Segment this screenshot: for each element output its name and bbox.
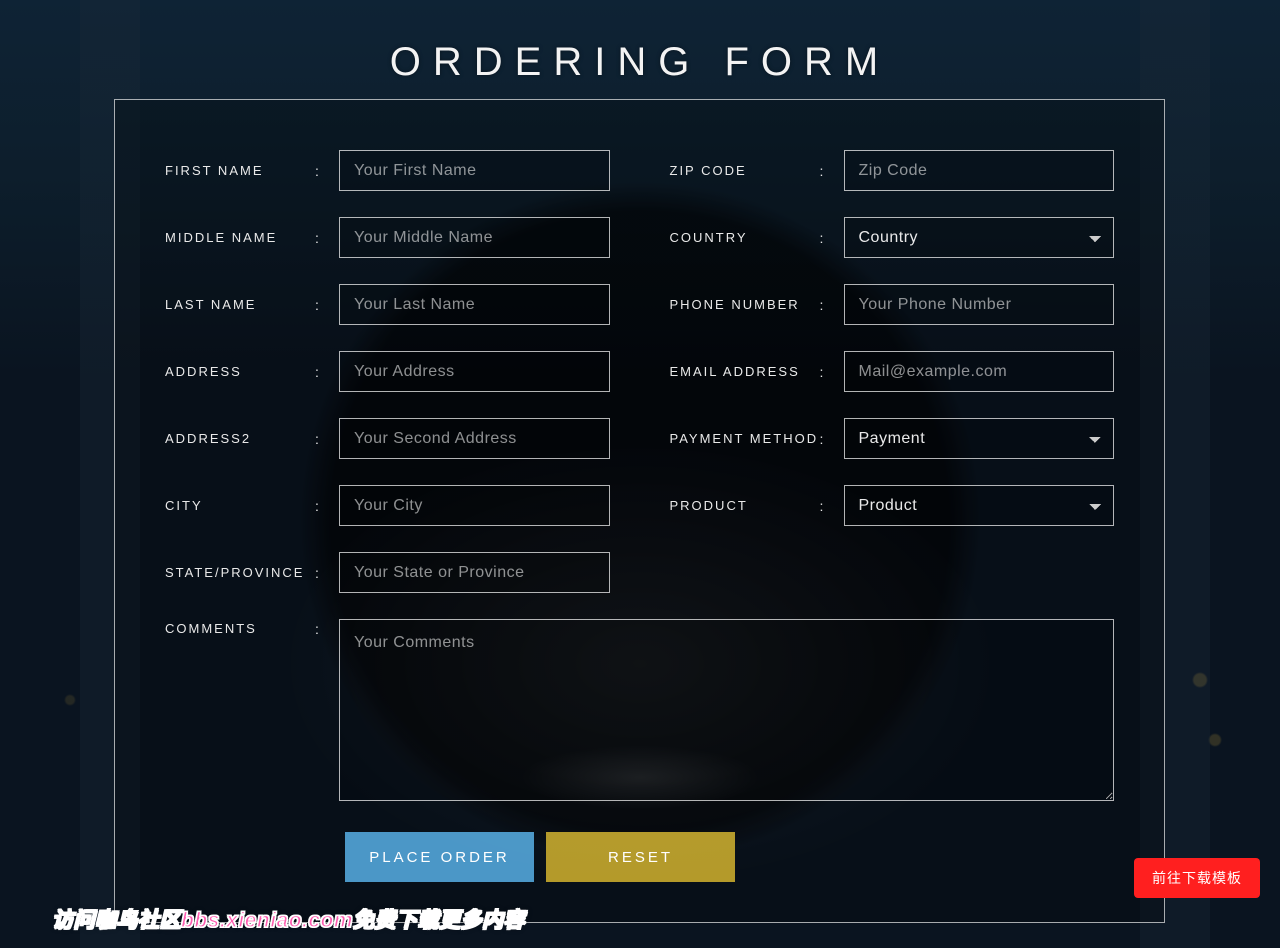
address2-input[interactable] bbox=[339, 418, 610, 459]
label-address: ADDRESS bbox=[165, 364, 315, 379]
colon: : bbox=[315, 163, 339, 179]
field-address2: ADDRESS2 : bbox=[165, 418, 610, 459]
field-comments: COMMENTS : bbox=[165, 619, 1114, 806]
field-phone: PHONE NUMBER : bbox=[670, 284, 1115, 325]
field-zip: ZIP CODE : bbox=[670, 150, 1115, 191]
colon: : bbox=[820, 431, 844, 447]
phone-input[interactable] bbox=[844, 284, 1115, 325]
label-state: STATE/PROVINCE bbox=[165, 565, 315, 580]
last-name-input[interactable] bbox=[339, 284, 610, 325]
reset-button[interactable]: RESET bbox=[546, 832, 735, 882]
product-select[interactable]: Product bbox=[844, 485, 1115, 526]
label-payment: PAYMENT METHOD bbox=[670, 431, 820, 446]
zip-input[interactable] bbox=[844, 150, 1115, 191]
label-city: CITY bbox=[165, 498, 315, 513]
colon: : bbox=[315, 619, 339, 637]
label-zip: ZIP CODE bbox=[670, 163, 820, 178]
city-input[interactable] bbox=[339, 485, 610, 526]
field-product: PRODUCT : Product bbox=[670, 485, 1115, 526]
colon: : bbox=[315, 364, 339, 380]
colon: : bbox=[315, 565, 339, 581]
label-last-name: LAST NAME bbox=[165, 297, 315, 312]
form-buttons: PLACE ORDER RESET bbox=[345, 832, 1114, 882]
field-last-name: LAST NAME : bbox=[165, 284, 610, 325]
country-select[interactable]: Country bbox=[844, 217, 1115, 258]
label-comments: COMMENTS bbox=[165, 619, 315, 636]
ordering-form: FIRST NAME : MIDDLE NAME : LAST NAME : A… bbox=[114, 99, 1165, 923]
field-country: COUNTRY : Country bbox=[670, 217, 1115, 258]
label-email: EMAIL ADDRESS bbox=[670, 364, 820, 379]
form-left-column: FIRST NAME : MIDDLE NAME : LAST NAME : A… bbox=[165, 150, 610, 619]
label-address2: ADDRESS2 bbox=[165, 431, 315, 446]
colon: : bbox=[315, 297, 339, 313]
colon: : bbox=[820, 230, 844, 246]
payment-select[interactable]: Payment bbox=[844, 418, 1115, 459]
middle-name-input[interactable] bbox=[339, 217, 610, 258]
field-state: STATE/PROVINCE : bbox=[165, 552, 610, 593]
email-input[interactable] bbox=[844, 351, 1115, 392]
label-country: COUNTRY bbox=[670, 230, 820, 245]
first-name-input[interactable] bbox=[339, 150, 610, 191]
field-payment: PAYMENT METHOD : Payment bbox=[670, 418, 1115, 459]
colon: : bbox=[820, 163, 844, 179]
colon: : bbox=[315, 431, 339, 447]
colon: : bbox=[315, 230, 339, 246]
field-address: ADDRESS : bbox=[165, 351, 610, 392]
colon: : bbox=[820, 297, 844, 313]
form-right-column: ZIP CODE : COUNTRY : Country PHONE NUMBE… bbox=[670, 150, 1115, 619]
label-phone: PHONE NUMBER bbox=[670, 297, 820, 312]
field-first-name: FIRST NAME : bbox=[165, 150, 610, 191]
colon: : bbox=[315, 498, 339, 514]
field-middle-name: MIDDLE NAME : bbox=[165, 217, 610, 258]
colon: : bbox=[820, 364, 844, 380]
page-title: ORDERING FORM bbox=[0, 0, 1280, 91]
colon: : bbox=[820, 498, 844, 514]
field-email: EMAIL ADDRESS : bbox=[670, 351, 1115, 392]
label-middle-name: MIDDLE NAME bbox=[165, 230, 315, 245]
download-template-button[interactable]: 前往下载模板 bbox=[1134, 858, 1260, 898]
address-input[interactable] bbox=[339, 351, 610, 392]
label-first-name: FIRST NAME bbox=[165, 163, 315, 178]
label-product: PRODUCT bbox=[670, 498, 820, 513]
comments-textarea[interactable] bbox=[339, 619, 1114, 801]
state-input[interactable] bbox=[339, 552, 610, 593]
field-city: CITY : bbox=[165, 485, 610, 526]
place-order-button[interactable]: PLACE ORDER bbox=[345, 832, 534, 882]
